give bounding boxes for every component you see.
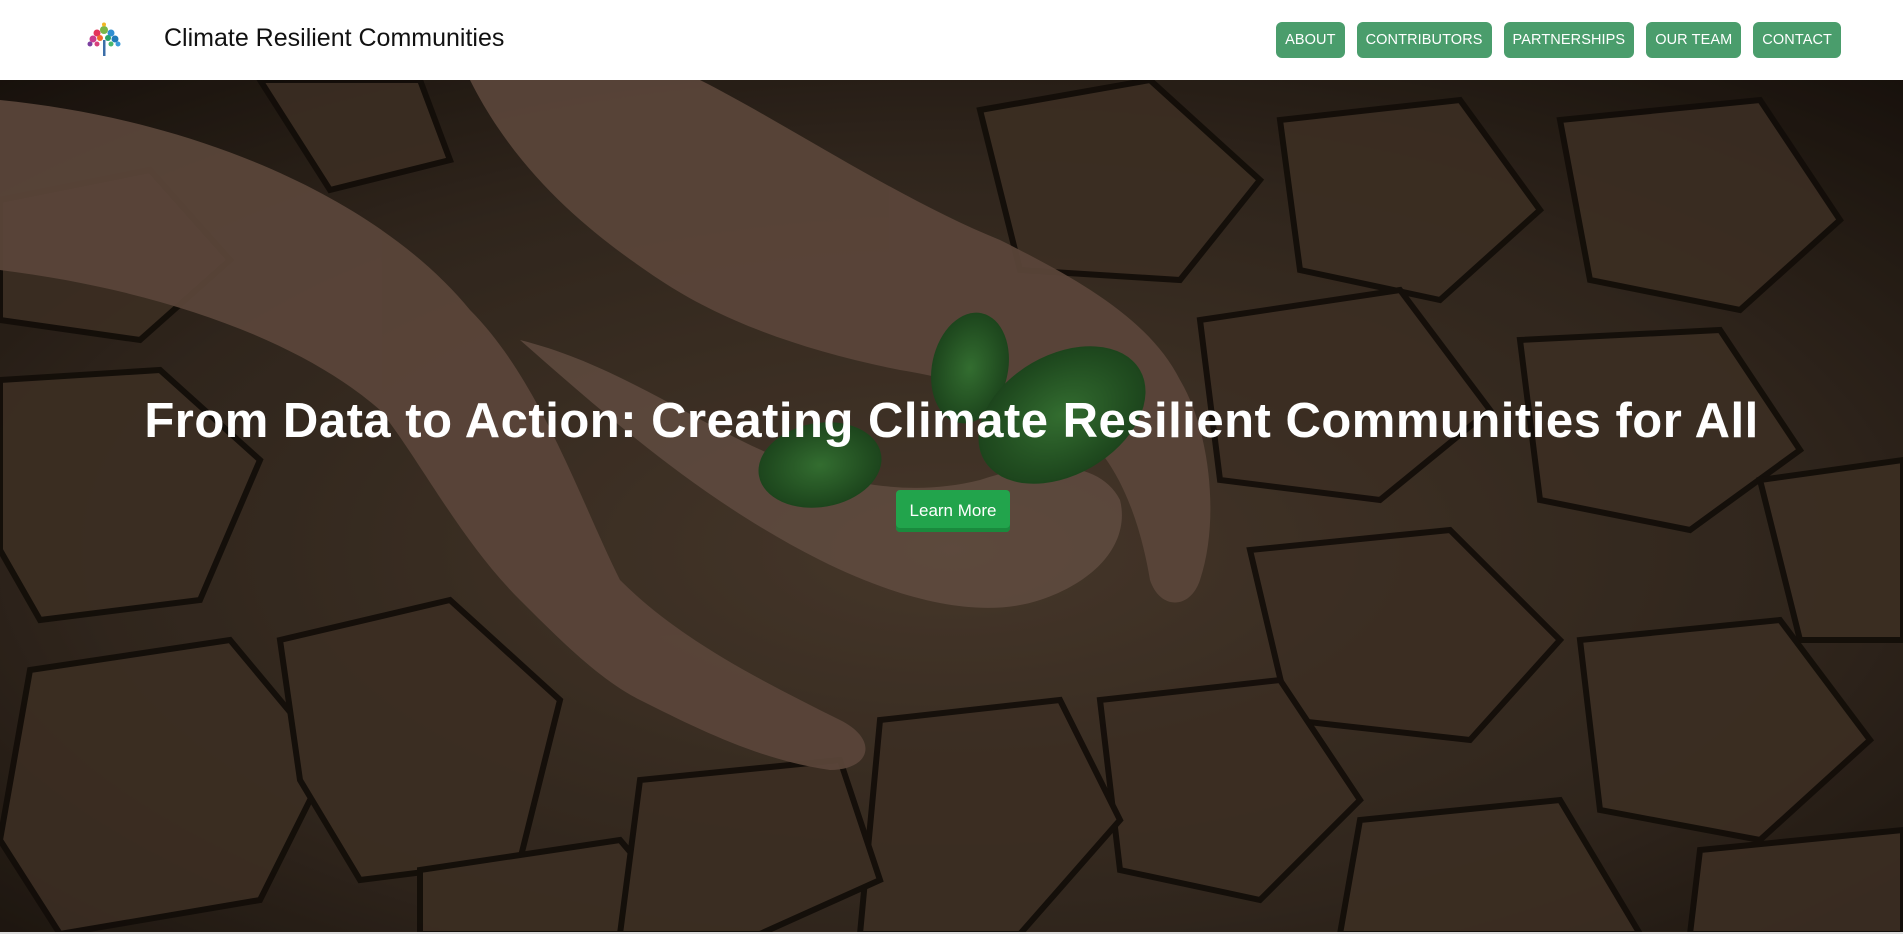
nav-contributors-button[interactable]: CONTRIBUTORS (1356, 22, 1492, 58)
nav-contact-button[interactable]: CONTACT (1753, 22, 1841, 58)
brand-name[interactable]: Climate Resilient Communities (164, 24, 504, 53)
learn-more-button[interactable]: Learn More (896, 490, 1010, 532)
brand[interactable]: Climate Resilient Communities (84, 22, 504, 58)
hero-title: From Data to Action: Creating Climate Re… (144, 394, 1759, 448)
hero-section: From Data to Action: Creating Climate Re… (0, 80, 1903, 934)
top-navbar: Climate Resilient Communities ABOUT CONT… (0, 0, 1903, 80)
nav-our-team-button[interactable]: OUR TEAM (1646, 22, 1742, 58)
main-nav: ABOUT CONTRIBUTORS PARTNERSHIPS OUR TEAM… (1276, 22, 1841, 58)
nav-partnerships-button[interactable]: PARTNERSHIPS (1503, 22, 1635, 58)
nav-about-button[interactable]: ABOUT (1276, 22, 1345, 58)
tree-logo-icon[interactable] (84, 22, 124, 58)
